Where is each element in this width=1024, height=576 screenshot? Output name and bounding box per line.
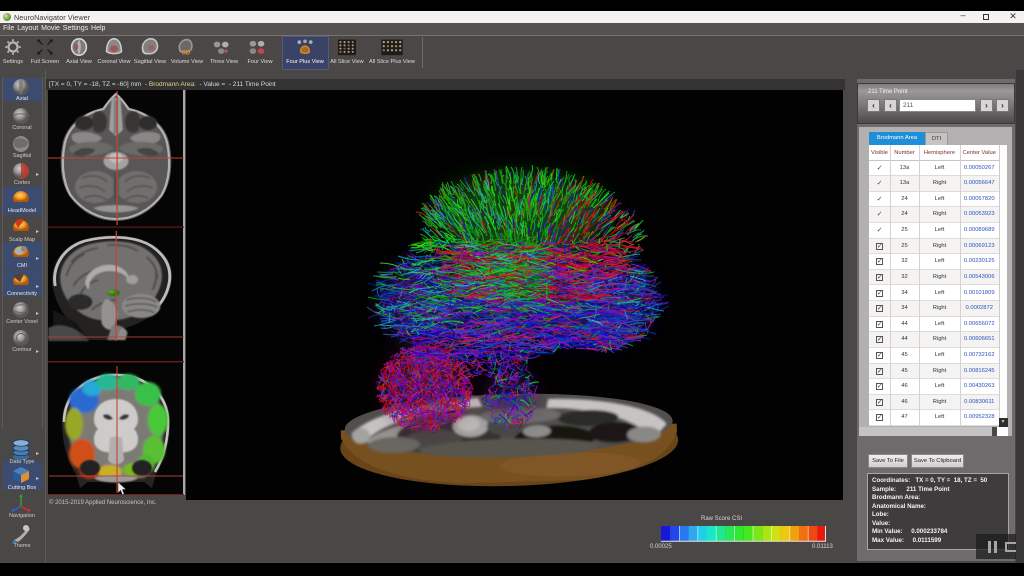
svg-text:▸: ▸ (36, 349, 39, 355)
svg-text:Coronal: Coronal (12, 125, 31, 131)
svg-text:▸: ▸ (36, 476, 39, 482)
svg-text:▸: ▸ (36, 311, 39, 317)
svg-text:Data Type: Data Type (10, 459, 35, 465)
svg-text:Connectivity: Connectivity (7, 291, 37, 297)
svg-text:Cutting Box: Cutting Box (8, 485, 37, 491)
svg-text:▸: ▸ (36, 229, 39, 235)
svg-text:▸: ▸ (36, 256, 39, 262)
svg-text:▸: ▸ (36, 451, 39, 457)
svg-text:Sagittal: Sagittal (13, 153, 31, 159)
svg-text:Cortex: Cortex (14, 180, 30, 186)
svg-text:Axial: Axial (16, 96, 28, 102)
svg-text:CMI: CMI (17, 263, 28, 269)
svg-text:Contour: Contour (12, 347, 32, 353)
svg-text:Navigation: Navigation (9, 513, 35, 519)
svg-text:Center Voxel: Center Voxel (6, 319, 38, 325)
svg-text:Scalp Map: Scalp Map (9, 237, 35, 243)
svg-text:HeadModel: HeadModel (8, 208, 36, 214)
svg-text:Theme: Theme (13, 543, 30, 549)
svg-text:▸: ▸ (36, 284, 39, 290)
svg-text:▸: ▸ (36, 172, 39, 178)
svg-text:3D: 3D (182, 49, 191, 56)
